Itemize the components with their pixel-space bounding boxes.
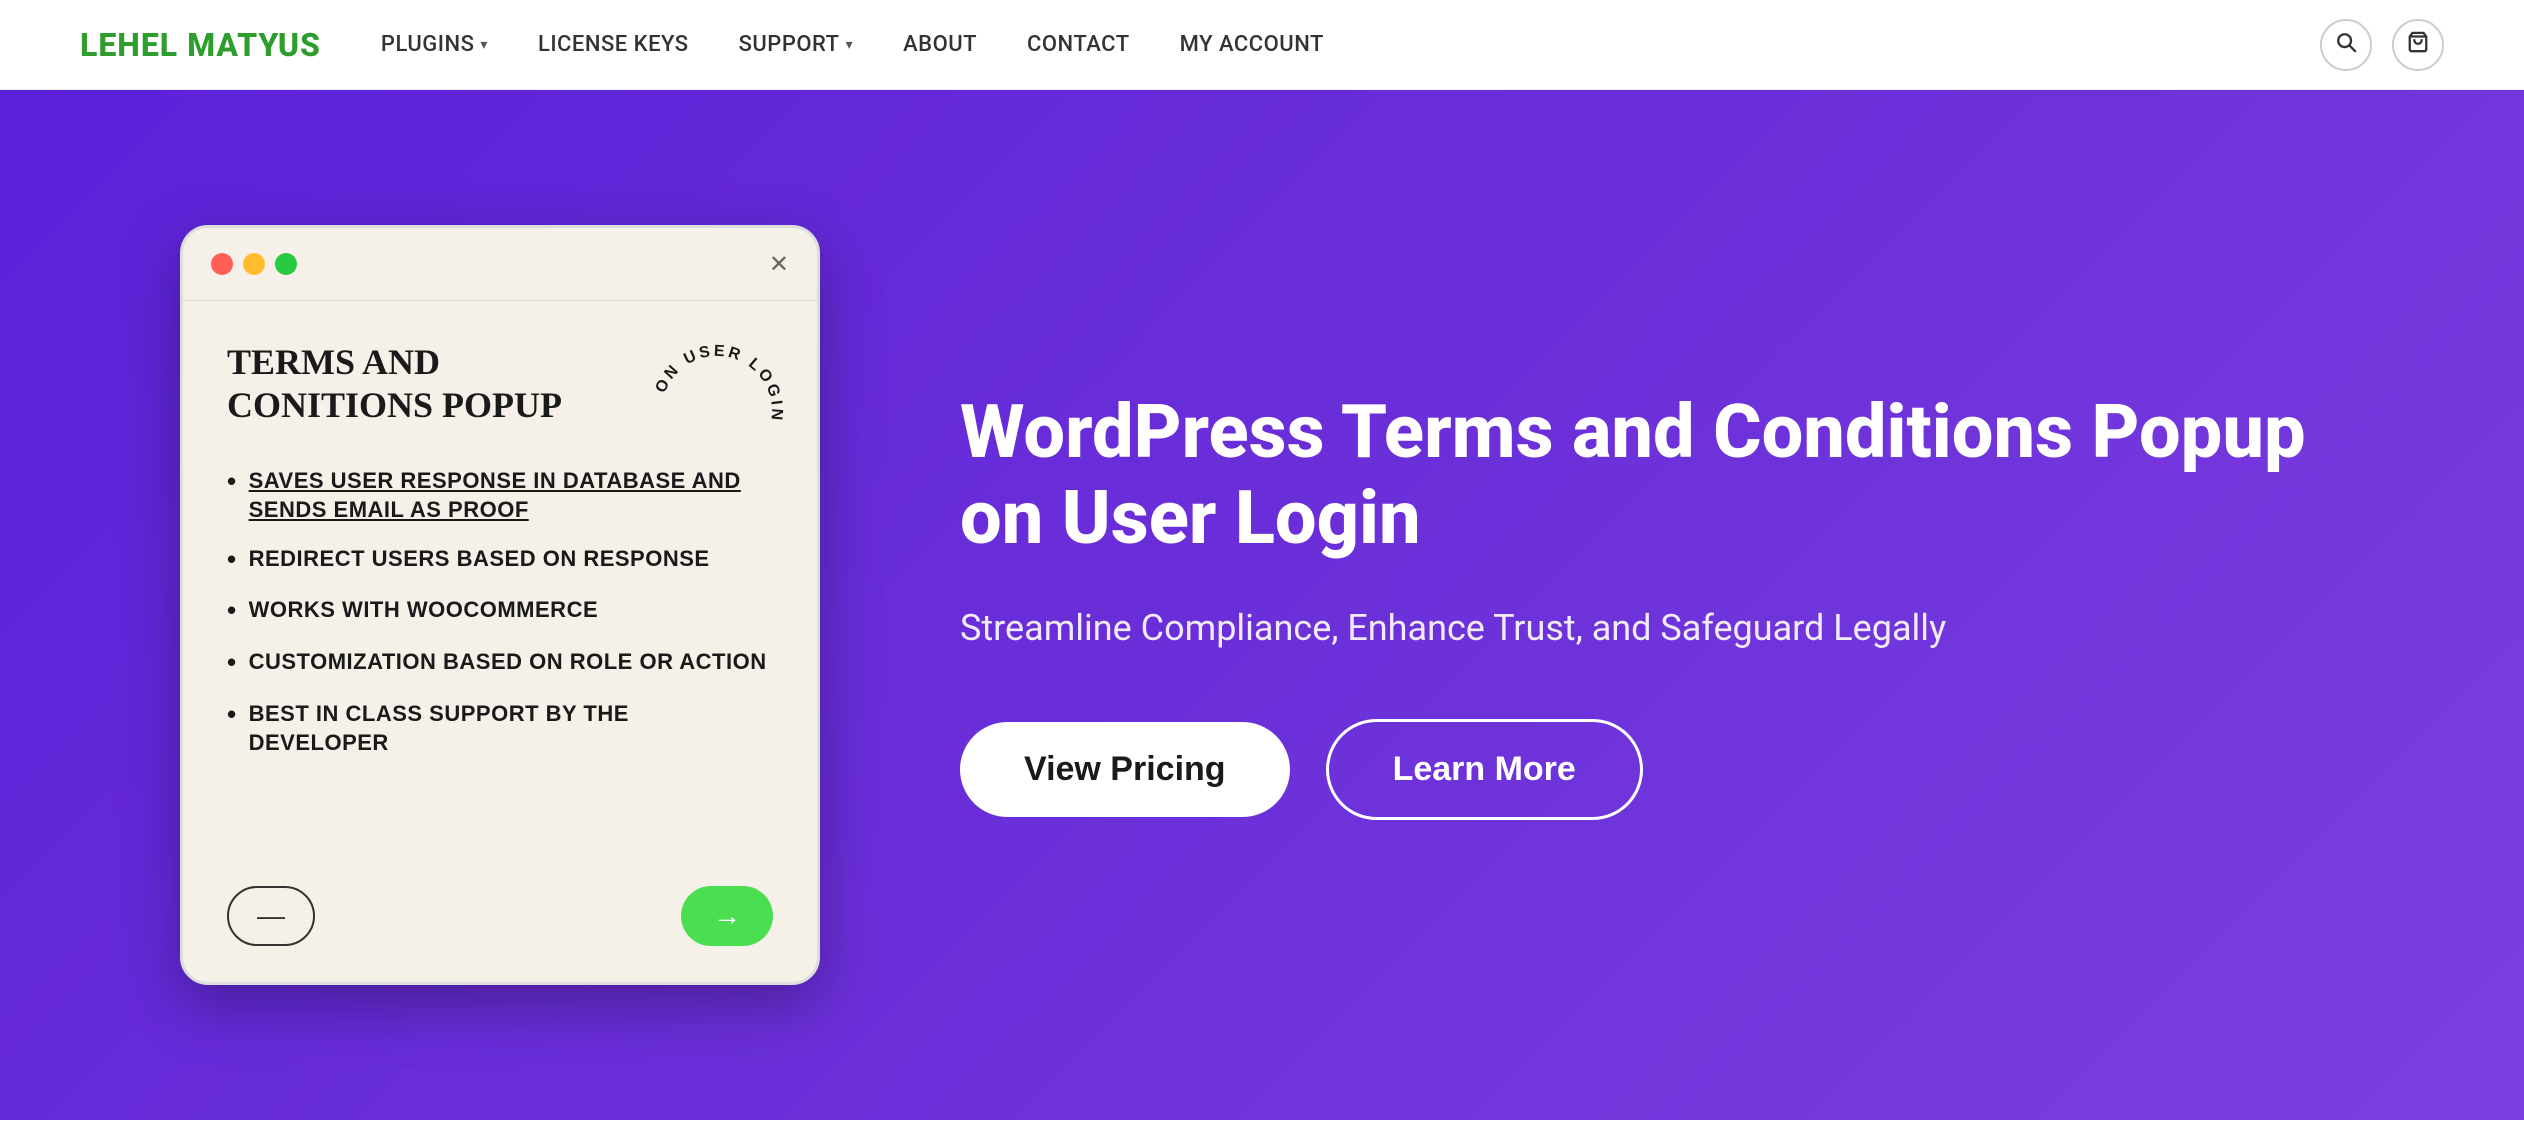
chevron-down-icon: ▾ (846, 37, 854, 53)
feature-item-4: CUSTOMIZATION BASED ON ROLE OR ACTION (227, 648, 773, 680)
header-right (2320, 19, 2444, 71)
nav-item-my-account[interactable]: MY ACCOUNT (1180, 32, 1324, 57)
hero-buttons: View Pricing Learn More (960, 719, 2344, 820)
on-user-login-badge: ON USER LOGIN (637, 331, 797, 491)
feature-item-2: REDIRECT USERS BASED ON RESPONSE (227, 545, 773, 577)
popup-minus-button[interactable]: — (227, 886, 315, 946)
dot-yellow (243, 253, 265, 275)
site-header: LEHEL MATYUS PLUGINS ▾ LICENSE KEYS SUPP… (0, 0, 2524, 90)
dot-green-dot (275, 253, 297, 275)
popup-close-icon[interactable]: ✕ (769, 250, 789, 278)
svg-text:ON USER LOGIN: ON USER LOGIN (652, 343, 785, 424)
nav-item-contact[interactable]: CONTACT (1027, 32, 1130, 57)
nav-item-license-keys[interactable]: LICENSE KEYS (538, 32, 689, 57)
hero-section: ✕ TERMS AND CONITIONS POPUP ON USER LOGI… (0, 90, 2524, 1120)
nav-item-about[interactable]: ABOUT (903, 32, 977, 57)
view-pricing-button[interactable]: View Pricing (960, 722, 1290, 817)
feature-item-5: BEST IN CLASS SUPPORT BY THE DEVELOPER (227, 700, 773, 757)
feature-item-3: WORKS WITH WOOCOMMERCE (227, 596, 773, 628)
popup-title: TERMS AND CONITIONS POPUP (227, 341, 567, 427)
popup-illustration: ✕ TERMS AND CONITIONS POPUP ON USER LOGI… (180, 225, 820, 985)
hero-content: WordPress Terms and Conditions Popup on … (960, 390, 2344, 819)
cart-icon (2407, 31, 2429, 59)
nav-item-plugins[interactable]: PLUGINS ▾ (381, 32, 488, 57)
popup-titlebar: ✕ (183, 228, 817, 301)
nav-item-support[interactable]: SUPPORT ▾ (739, 32, 854, 57)
hero-heading: WordPress Terms and Conditions Popup on … (960, 390, 2344, 560)
site-logo[interactable]: LEHEL MATYUS (80, 26, 321, 64)
chevron-down-icon: ▾ (480, 37, 488, 53)
dot-red (211, 253, 233, 275)
cart-button[interactable] (2392, 19, 2444, 71)
popup-arrow-button[interactable]: → (681, 886, 773, 946)
header-left: LEHEL MATYUS PLUGINS ▾ LICENSE KEYS SUPP… (80, 26, 1324, 64)
hero-subtext: Streamline Compliance, Enhance Trust, an… (960, 601, 2344, 655)
search-button[interactable] (2320, 19, 2372, 71)
popup-features-list: SAVES USER RESPONSE IN DATABASE AND SEND… (227, 467, 773, 757)
search-icon (2335, 31, 2357, 59)
main-nav: PLUGINS ▾ LICENSE KEYS SUPPORT ▾ ABOUT C… (381, 32, 1324, 57)
popup-dots (211, 253, 297, 275)
popup-footer: — → (183, 862, 817, 982)
popup-body: TERMS AND CONITIONS POPUP ON USER LOGIN … (183, 301, 817, 862)
learn-more-button[interactable]: Learn More (1326, 719, 1643, 820)
